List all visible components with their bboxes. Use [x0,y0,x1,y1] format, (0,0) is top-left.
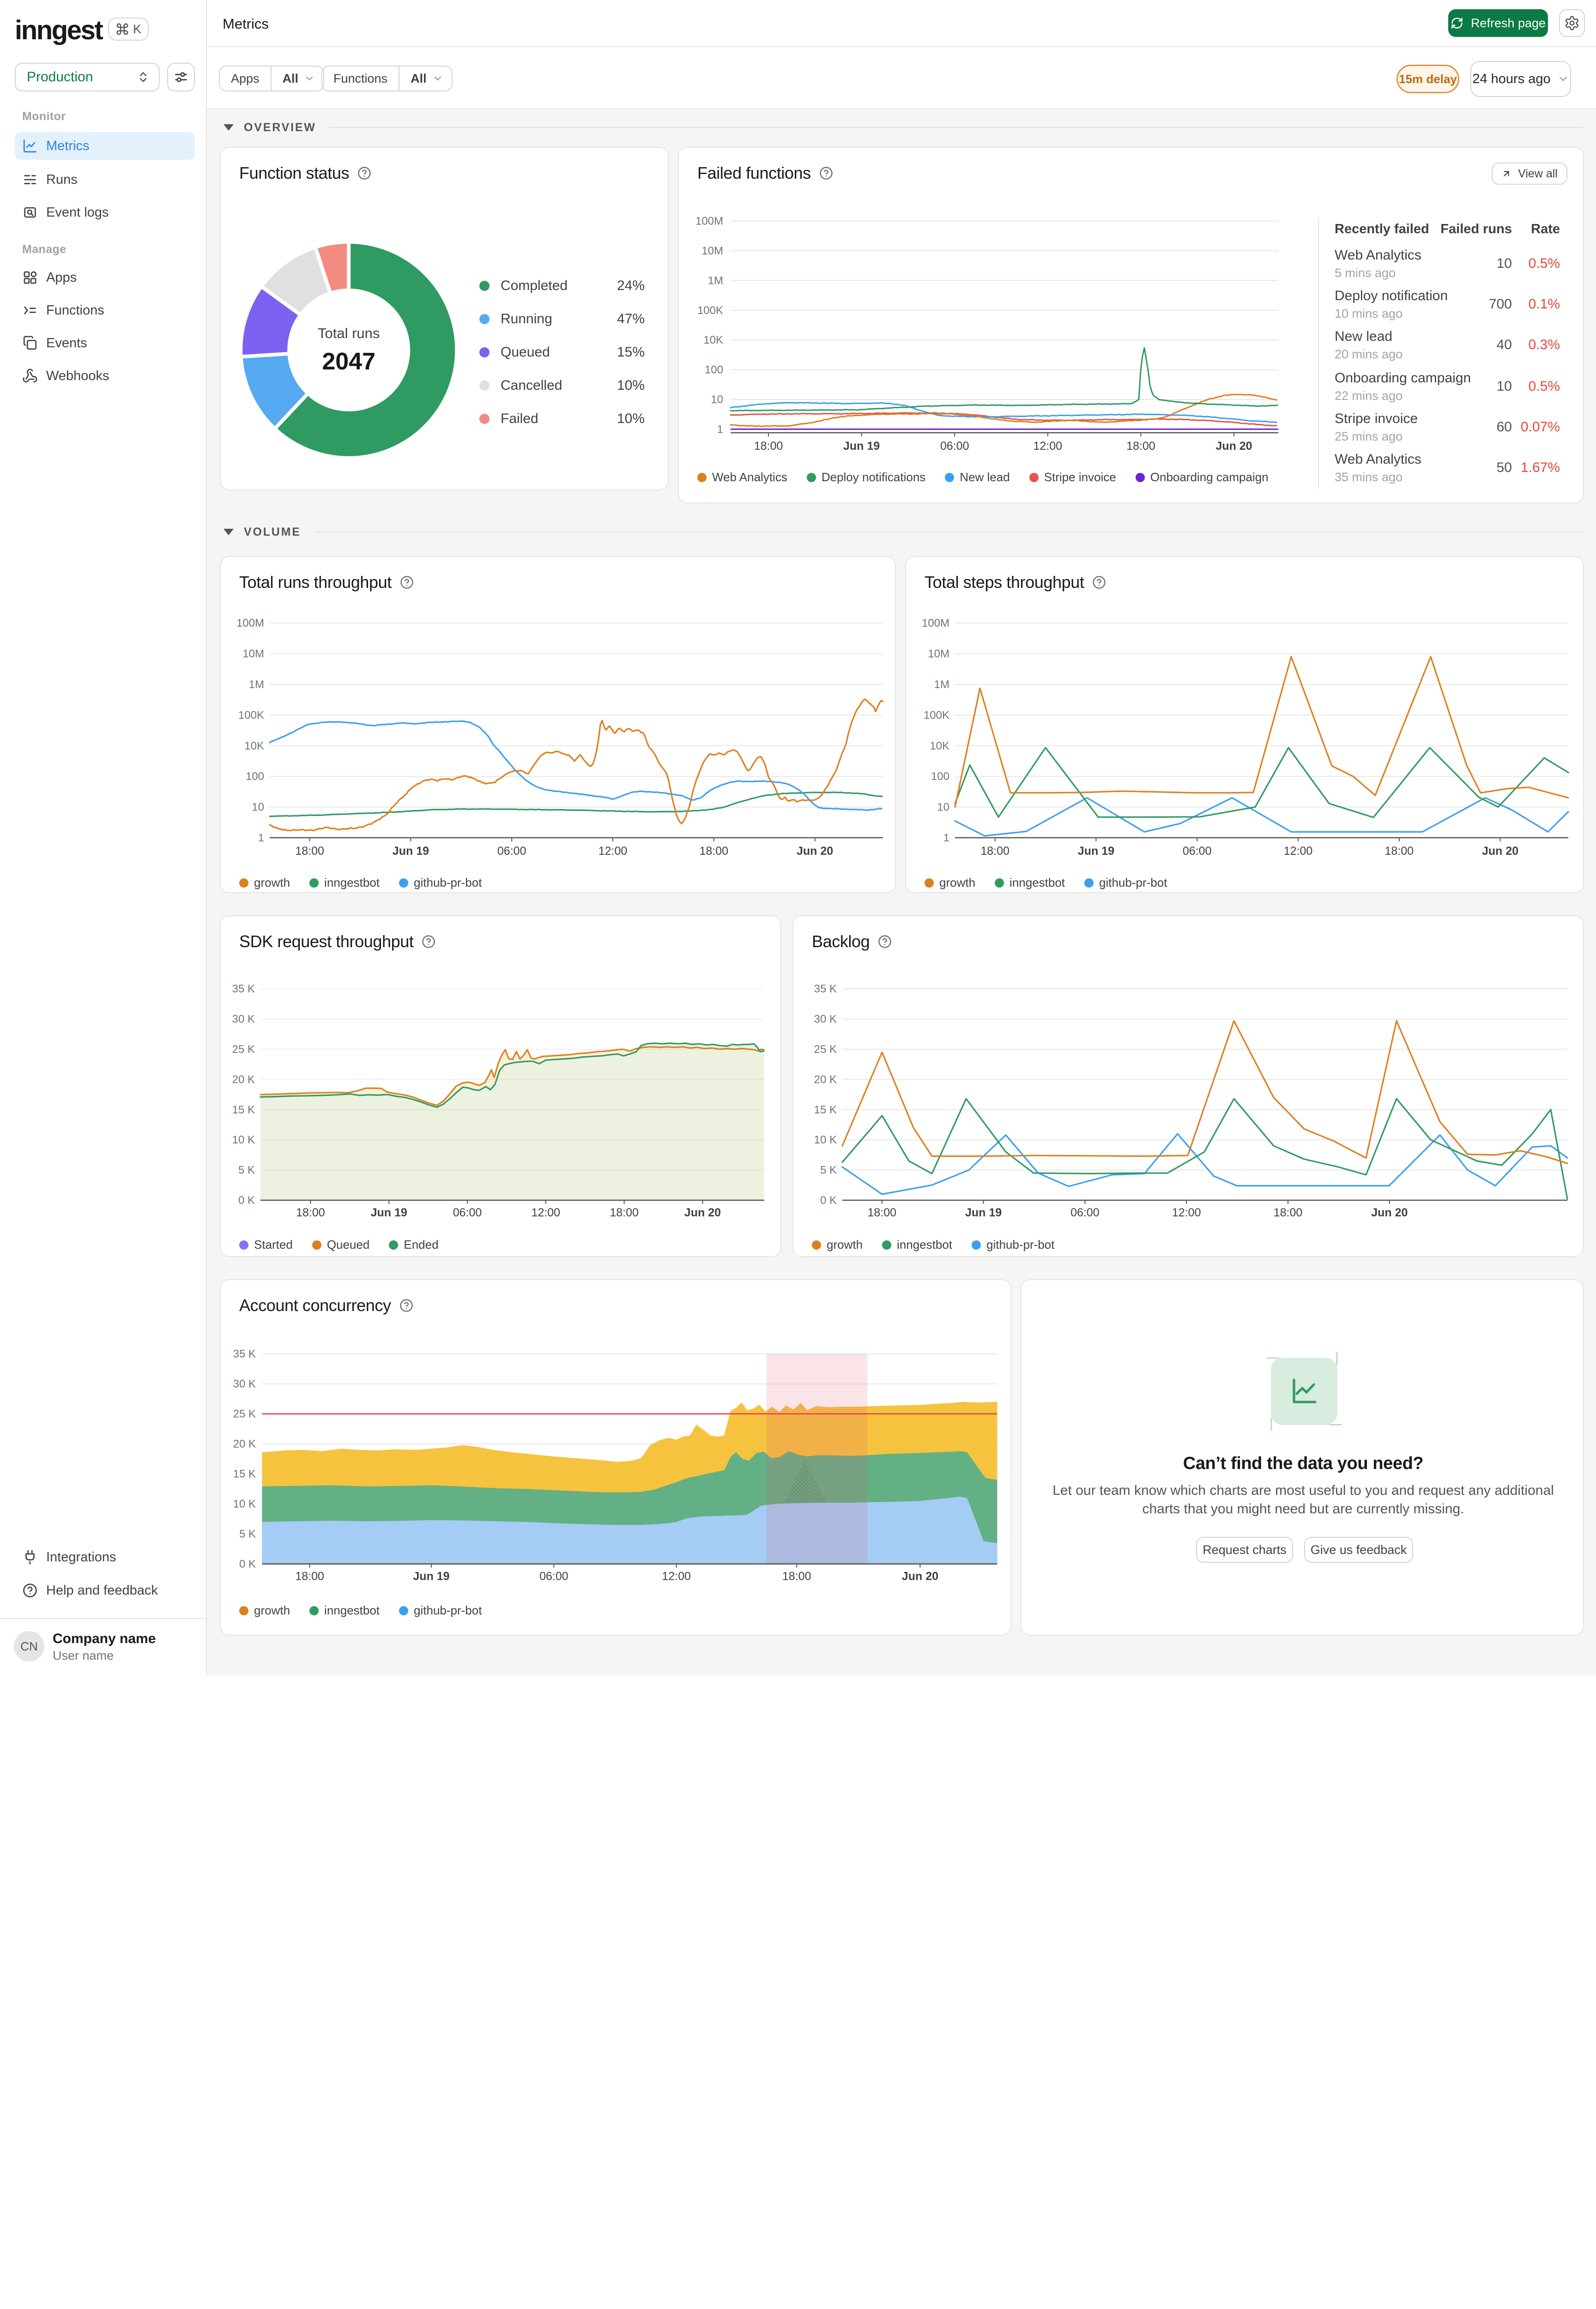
svg-text:2047: 2047 [322,348,375,375]
svg-text:0 K: 0 K [239,1558,256,1571]
svg-text:18:00: 18:00 [1126,440,1155,453]
svg-text:10 K: 10 K [814,1134,837,1146]
svg-text:100K: 100K [924,709,949,721]
svg-text:30 K: 30 K [233,1378,256,1390]
svg-text:06:00: 06:00 [497,845,526,858]
svg-text:10K: 10K [703,334,723,346]
svg-text:Jun 19: Jun 19 [413,1570,449,1583]
svg-text:100K: 100K [697,304,723,317]
svg-text:35 K: 35 K [232,983,255,995]
svg-text:1M: 1M [934,678,949,691]
svg-text:25 K: 25 K [232,1043,255,1056]
svg-text:10 K: 10 K [232,1134,255,1146]
svg-text:06:00: 06:00 [1070,1206,1100,1219]
svg-text:15 K: 15 K [232,1104,255,1116]
svg-text:06:00: 06:00 [940,440,969,453]
svg-text:15 K: 15 K [814,1104,837,1116]
svg-text:100: 100 [931,770,949,783]
svg-text:Jun 20: Jun 20 [684,1206,721,1219]
svg-text:30 K: 30 K [232,1013,255,1026]
svg-text:0 K: 0 K [820,1194,837,1207]
svg-text:20 K: 20 K [814,1073,837,1086]
svg-text:18:00: 18:00 [296,1206,325,1219]
svg-text:10K: 10K [244,740,264,752]
svg-text:18:00: 18:00 [754,440,783,453]
svg-text:100M: 100M [236,617,264,629]
svg-text:18:00: 18:00 [610,1206,639,1219]
svg-text:25 K: 25 K [814,1043,837,1056]
svg-text:12:00: 12:00 [1284,845,1313,858]
svg-text:Jun 19: Jun 19 [843,440,880,453]
svg-text:12:00: 12:00 [598,845,628,858]
svg-text:Jun 19: Jun 19 [393,845,429,858]
svg-text:18:00: 18:00 [782,1570,811,1583]
svg-text:5 K: 5 K [820,1164,837,1177]
svg-text:Jun 20: Jun 20 [1371,1206,1408,1219]
svg-text:1: 1 [943,832,949,844]
svg-text:15 K: 15 K [233,1468,256,1481]
svg-text:35 K: 35 K [233,1348,256,1360]
svg-text:18:00: 18:00 [295,845,324,858]
svg-text:35 K: 35 K [814,983,837,995]
svg-text:10K: 10K [930,740,949,752]
svg-text:12:00: 12:00 [532,1206,561,1219]
svg-text:10M: 10M [701,245,723,257]
svg-text:Jun 20: Jun 20 [797,845,833,858]
svg-text:100M: 100M [695,215,723,228]
svg-text:100: 100 [246,770,264,783]
svg-text:30 K: 30 K [814,1013,837,1026]
svg-text:06:00: 06:00 [539,1570,568,1583]
svg-text:18:00: 18:00 [295,1570,324,1583]
svg-text:100M: 100M [922,617,949,629]
svg-text:0 K: 0 K [238,1194,255,1207]
svg-text:12:00: 12:00 [1172,1206,1201,1219]
svg-text:100: 100 [705,364,723,376]
svg-text:10 K: 10 K [233,1498,256,1511]
svg-text:20 K: 20 K [233,1438,256,1451]
svg-text:12:00: 12:00 [1034,440,1063,453]
svg-text:1: 1 [258,832,264,844]
svg-text:10: 10 [252,801,264,814]
svg-text:Jun 20: Jun 20 [1215,440,1252,453]
svg-text:10: 10 [711,393,723,406]
svg-text:Jun 19: Jun 19 [371,1206,407,1219]
svg-text:Jun 19: Jun 19 [965,1206,1002,1219]
svg-text:1: 1 [717,423,723,435]
svg-text:20 K: 20 K [232,1073,255,1086]
svg-text:18:00: 18:00 [1385,845,1414,858]
svg-text:12:00: 12:00 [662,1570,691,1583]
svg-text:18:00: 18:00 [868,1206,897,1219]
svg-text:Jun 19: Jun 19 [1078,845,1114,858]
svg-text:10M: 10M [928,648,949,660]
svg-text:10M: 10M [242,648,264,660]
svg-text:1M: 1M [249,678,264,691]
svg-text:5 K: 5 K [238,1164,255,1177]
svg-text:Total runs: Total runs [318,325,380,341]
svg-text:10: 10 [937,801,949,814]
svg-text:100K: 100K [238,709,264,721]
svg-text:Jun 20: Jun 20 [1482,845,1518,858]
svg-text:18:00: 18:00 [700,845,729,858]
svg-text:1M: 1M [708,274,723,287]
svg-text:Jun 20: Jun 20 [902,1570,938,1583]
svg-text:18:00: 18:00 [980,845,1010,858]
svg-text:06:00: 06:00 [453,1206,482,1219]
svg-text:25 K: 25 K [233,1408,256,1420]
svg-text:06:00: 06:00 [1183,845,1212,858]
svg-text:18:00: 18:00 [1274,1206,1303,1219]
svg-text:5 K: 5 K [239,1528,256,1541]
